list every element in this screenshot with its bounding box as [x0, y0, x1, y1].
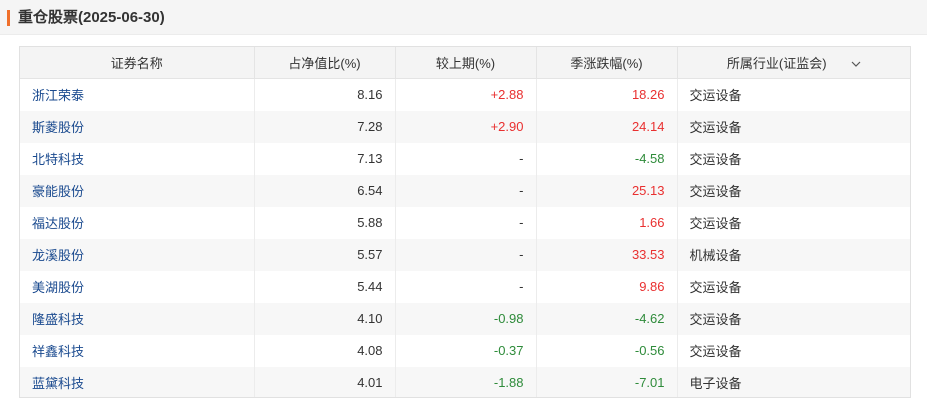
table-row[interactable]: 隆盛科技 4.10 -0.98 -4.62 交运设备 [20, 302, 910, 335]
quarter-change-cell: -4.62 [536, 302, 678, 335]
table-header-row: 证券名称 占净值比(%) 较上期(%) 季涨跌幅(%) 所属行业(证监会) [20, 47, 910, 79]
header-net-ratio: 占净值比(%) [254, 47, 396, 79]
header-security-name: 证券名称 [20, 47, 255, 79]
industry-cell: 交运设备 [677, 142, 910, 175]
header-quarter-change: 季涨跌幅(%) [536, 47, 678, 79]
header-industry-label: 所属行业(证监会) [726, 56, 827, 71]
table-row[interactable]: 美湖股份 5.44-9.86 交运设备 [20, 270, 910, 303]
security-name-link[interactable]: 浙江荣泰 [20, 78, 255, 111]
security-name-link[interactable]: 斯菱股份 [20, 110, 255, 143]
vs-previous-cell: +2.88 [395, 78, 537, 111]
vs-previous-cell: - [395, 142, 537, 175]
industry-cell: 交运设备 [677, 174, 910, 207]
table-row[interactable]: 豪能股份 6.54-25.13 交运设备 [20, 174, 910, 207]
vs-previous-cell: - [395, 270, 537, 303]
vs-previous-cell: -1.88 [395, 366, 537, 397]
section-title: 重仓股票(2025-06-30) [18, 9, 165, 26]
vs-previous-cell: - [395, 174, 537, 207]
quarter-change-cell: 24.14 [536, 110, 678, 143]
header-industry[interactable]: 所属行业(证监会) [677, 47, 910, 79]
industry-cell: 交运设备 [677, 206, 910, 239]
table-row[interactable]: 浙江荣泰 8.16 +2.88 18.26 交运设备 [20, 78, 910, 111]
security-name-link[interactable]: 隆盛科技 [20, 302, 255, 335]
security-name-link[interactable]: 美湖股份 [20, 270, 255, 303]
table-row[interactable]: 蓝黛科技 4.01 -1.88 -7.01 电子设备 [20, 366, 910, 397]
net-ratio-cell: 5.44 [254, 270, 396, 303]
net-ratio-cell: 4.01 [254, 366, 396, 397]
net-ratio-cell: 5.57 [254, 238, 396, 271]
quarter-change-cell: 1.66 [536, 206, 678, 239]
industry-cell: 交运设备 [677, 110, 910, 143]
table-row[interactable]: 北特科技 7.13- -4.58 交运设备 [20, 142, 910, 175]
net-ratio-cell: 6.54 [254, 174, 396, 207]
header-vs-previous: 较上期(%) [395, 47, 537, 79]
holdings-table-container[interactable]: 证券名称 占净值比(%) 较上期(%) 季涨跌幅(%) 所属行业(证监会) 浙江… [19, 46, 911, 398]
security-name-link[interactable]: 福达股份 [20, 206, 255, 239]
quarter-change-cell: 25.13 [536, 174, 678, 207]
vs-previous-cell: -0.98 [395, 302, 537, 335]
security-name-link[interactable]: 蓝黛科技 [20, 366, 255, 397]
industry-cell: 交运设备 [677, 302, 910, 335]
industry-cell: 交运设备 [677, 270, 910, 303]
holdings-panel: 重仓股票(2025-06-30) 证券名称 占净值比(%) 较上期(%) 季涨跌… [0, 0, 927, 412]
quarter-change-cell: 9.86 [536, 270, 678, 303]
security-name-link[interactable]: 北特科技 [20, 142, 255, 175]
security-name-link[interactable]: 龙溪股份 [20, 238, 255, 271]
chevron-down-icon[interactable] [851, 61, 861, 67]
vs-previous-cell: -0.37 [395, 334, 537, 367]
vs-previous-cell: +2.90 [395, 110, 537, 143]
quarter-change-cell: -0.56 [536, 334, 678, 367]
table-row[interactable]: 福达股份 5.88-1.66 交运设备 [20, 206, 910, 239]
quarter-change-cell: 18.26 [536, 78, 678, 111]
net-ratio-cell: 8.16 [254, 78, 396, 111]
industry-cell: 交运设备 [677, 334, 910, 367]
net-ratio-cell: 5.88 [254, 206, 396, 239]
industry-cell: 机械设备 [677, 238, 910, 271]
industry-cell: 交运设备 [677, 78, 910, 111]
net-ratio-cell: 7.13 [254, 142, 396, 175]
security-name-link[interactable]: 豪能股份 [20, 174, 255, 207]
table-row[interactable]: 祥鑫科技 4.08 -0.37 -0.56 交运设备 [20, 334, 910, 367]
vs-previous-cell: - [395, 206, 537, 239]
security-name-link[interactable]: 祥鑫科技 [20, 334, 255, 367]
quarter-change-cell: 33.53 [536, 238, 678, 271]
table-row[interactable]: 龙溪股份 5.57-33.53 机械设备 [20, 238, 910, 271]
industry-cell: 电子设备 [677, 366, 910, 397]
title-accent-bar [7, 10, 10, 26]
quarter-change-cell: -4.58 [536, 142, 678, 175]
section-header: 重仓股票(2025-06-30) [0, 0, 927, 35]
vs-previous-cell: - [395, 238, 537, 271]
table-row[interactable]: 斯菱股份 7.28 +2.90 24.14 交运设备 [20, 110, 910, 143]
quarter-change-cell: -7.01 [536, 366, 678, 397]
net-ratio-cell: 4.10 [254, 302, 396, 335]
net-ratio-cell: 7.28 [254, 110, 396, 143]
holdings-table: 证券名称 占净值比(%) 较上期(%) 季涨跌幅(%) 所属行业(证监会) 浙江… [20, 47, 910, 397]
net-ratio-cell: 4.08 [254, 334, 396, 367]
